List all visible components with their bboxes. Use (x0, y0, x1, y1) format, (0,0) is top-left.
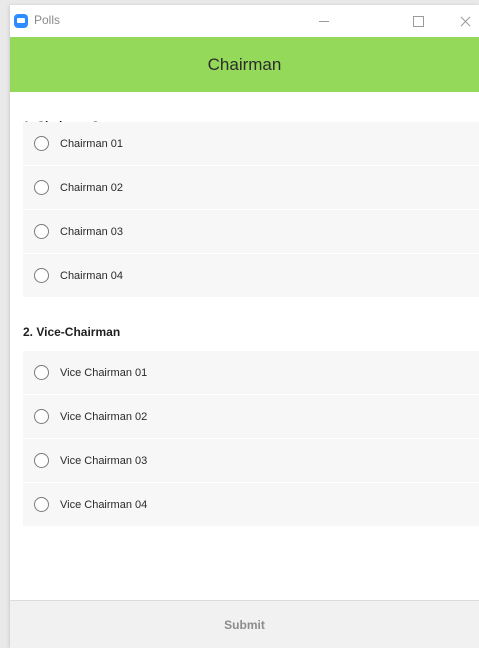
title-bar: Polls (10, 5, 479, 37)
option-label: Vice Chairman 03 (60, 454, 148, 467)
poll-questions: 1. Chairman? Chairman 01 Chairman 02 Cha… (23, 92, 479, 527)
window-title: Polls (34, 13, 61, 27)
radio-button[interactable] (34, 180, 49, 195)
submit-button[interactable]: Submit (224, 618, 265, 632)
radio-button[interactable] (34, 365, 49, 380)
poll-option[interactable]: Chairman 04 (23, 254, 479, 297)
poll-option[interactable]: Chairman 01 (23, 122, 479, 165)
option-label: Chairman 04 (60, 269, 123, 282)
radio-button[interactable] (34, 497, 49, 512)
radio-button[interactable] (34, 136, 49, 151)
poll-option[interactable]: Vice Chairman 02 (23, 395, 479, 438)
footer-bar: Submit (10, 600, 479, 648)
poll-option[interactable]: Vice Chairman 04 (23, 483, 479, 526)
close-icon[interactable] (455, 11, 475, 31)
option-label: Vice Chairman 04 (60, 498, 148, 511)
radio-button[interactable] (34, 268, 49, 283)
poll-option[interactable]: Chairman 02 (23, 166, 479, 209)
poll-option[interactable]: Vice Chairman 03 (23, 439, 479, 482)
radio-button[interactable] (34, 224, 49, 239)
poll-name-header: Chairman (10, 37, 479, 92)
radio-button[interactable] (34, 409, 49, 424)
polls-window: Polls Chairman 1. Chairman? Chairman 01 … (10, 5, 479, 648)
option-label: Vice Chairman 01 (60, 366, 148, 379)
poll-option[interactable]: Vice Chairman 01 (23, 351, 479, 394)
option-label: Chairman 01 (60, 137, 123, 150)
maximize-icon[interactable] (408, 11, 428, 31)
option-label: Chairman 02 (60, 181, 123, 194)
poll-option[interactable]: Chairman 03 (23, 210, 479, 253)
option-label: Chairman 03 (60, 225, 123, 238)
radio-button[interactable] (34, 453, 49, 468)
minimize-icon[interactable] (314, 11, 334, 31)
zoom-app-icon (14, 14, 28, 28)
question-title: 2. Vice-Chairman (23, 325, 121, 339)
question-title: 1. Chairman? (23, 92, 479, 133)
option-label: Vice Chairman 02 (60, 410, 148, 423)
